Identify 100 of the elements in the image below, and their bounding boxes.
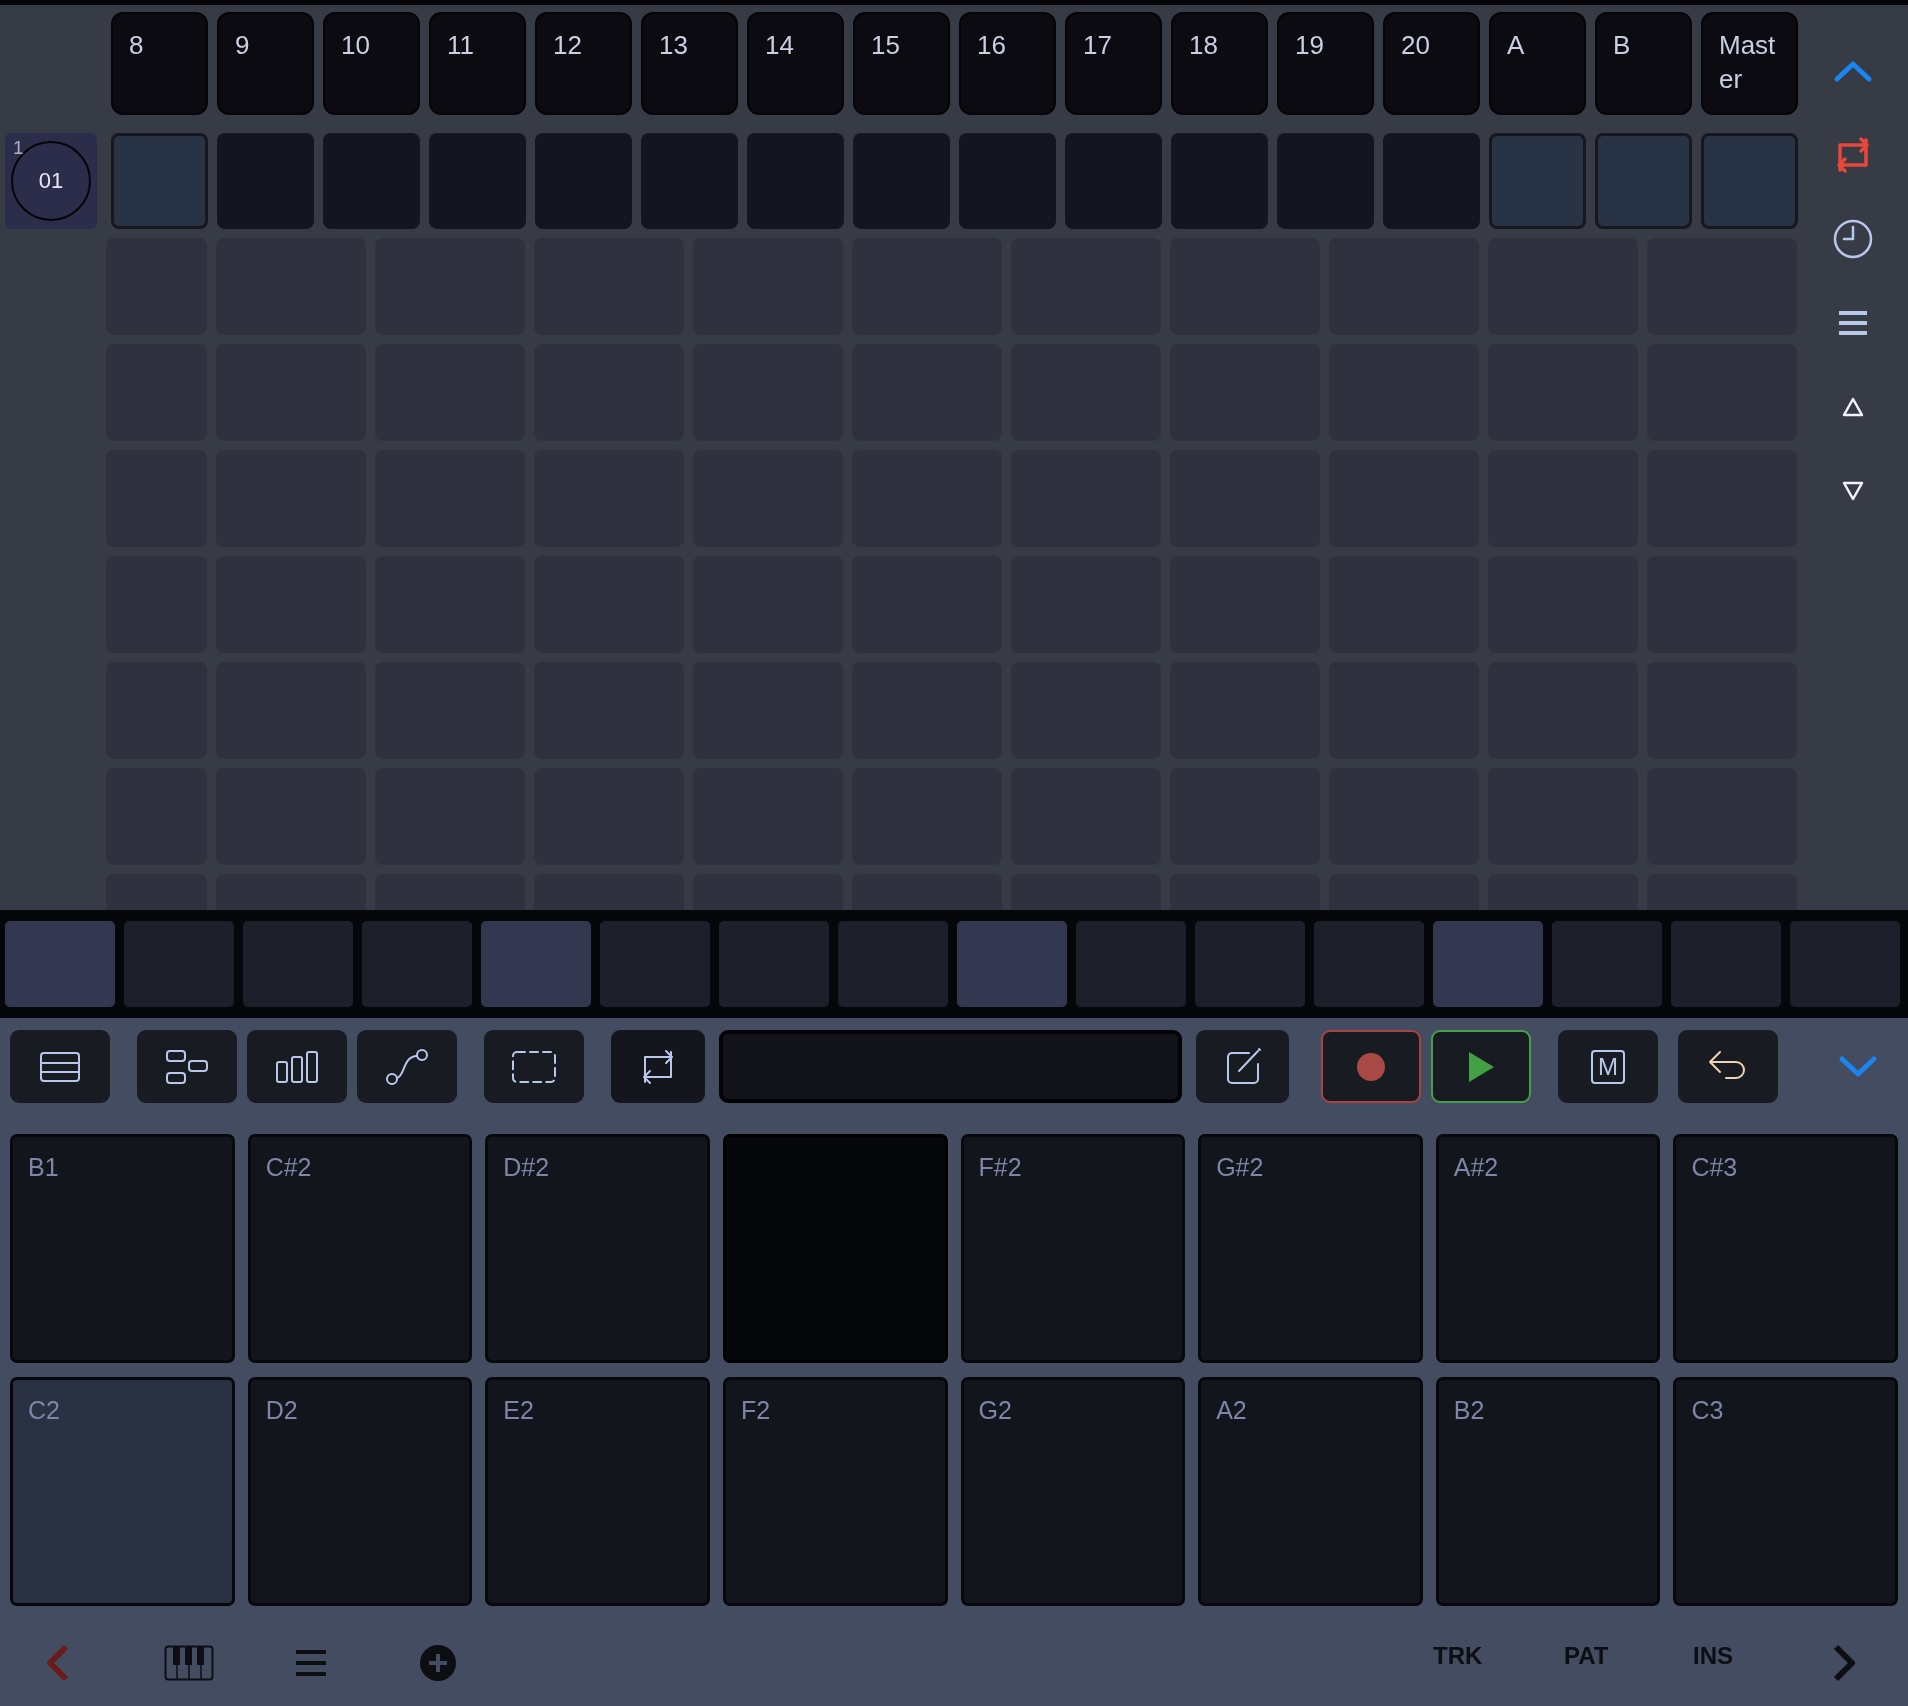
blocks-icon [164, 1047, 210, 1086]
pad-label: B2 [1453, 1396, 1485, 1425]
bar-chart-icon [274, 1048, 320, 1085]
mute-button[interactable]: M [1558, 1030, 1658, 1103]
track-header[interactable]: 20 [1383, 12, 1480, 115]
step-button[interactable] [243, 921, 353, 1007]
track-header[interactable]: 12 [535, 12, 632, 115]
step-button[interactable] [1790, 921, 1900, 1007]
pad-label: C#3 [1691, 1153, 1738, 1182]
clip-slot[interactable] [853, 133, 950, 229]
track-header[interactable]: 9 [217, 12, 314, 115]
drum-pad[interactable]: E2 [485, 1377, 710, 1606]
pad-label: D2 [265, 1396, 298, 1425]
menu-icon [294, 1648, 328, 1678]
drum-pad[interactable]: B1 [10, 1134, 235, 1363]
step-button[interactable] [1433, 921, 1543, 1007]
pad-label: F#2 [978, 1153, 1022, 1182]
step-button[interactable] [1195, 921, 1305, 1007]
clip-slot[interactable] [1171, 133, 1268, 229]
automation-button[interactable] [357, 1030, 457, 1103]
drum-pad[interactable]: B2 [1435, 1377, 1661, 1606]
clip-slot[interactable] [959, 133, 1056, 229]
clip-slot[interactable] [1383, 133, 1480, 229]
step-button[interactable] [1076, 921, 1186, 1007]
clip-slot[interactable] [1277, 133, 1374, 229]
clip-slot[interactable] [429, 133, 526, 229]
clip-slot[interactable] [1489, 133, 1586, 229]
step-button[interactable] [719, 921, 829, 1007]
drum-pad[interactable]: C#3 [1673, 1134, 1898, 1363]
arrange-button[interactable] [137, 1030, 237, 1103]
select-button[interactable] [484, 1030, 584, 1103]
track-header[interactable]: Master [1701, 12, 1798, 115]
clip-slot[interactable] [111, 133, 208, 229]
drum-pad[interactable]: F2 [722, 1377, 948, 1606]
step-button[interactable] [362, 921, 472, 1007]
drum-pad[interactable]: G2 [960, 1377, 1186, 1606]
triangle-down-icon [1841, 480, 1865, 502]
pad-label: F2 [740, 1396, 771, 1425]
drum-pad[interactable]: D2 [247, 1377, 473, 1606]
drum-pad[interactable]: C3 [1673, 1377, 1898, 1606]
step-button[interactable] [1552, 921, 1662, 1007]
track-header[interactable]: 18 [1171, 12, 1268, 115]
pad-label: A#2 [1453, 1153, 1499, 1182]
step-button[interactable] [838, 921, 948, 1007]
clip-slot[interactable] [217, 133, 314, 229]
pad-label: A2 [1216, 1396, 1247, 1425]
drum-pad[interactable]: F#2 [960, 1134, 1186, 1363]
step-button[interactable] [957, 921, 1067, 1007]
record-icon [1356, 1051, 1386, 1082]
pad-label: E2 [503, 1396, 534, 1425]
track-header[interactable]: 14 [747, 12, 844, 115]
track-header[interactable]: 13 [641, 12, 738, 115]
clip-slot[interactable] [1701, 133, 1798, 229]
drum-pad[interactable]: A2 [1198, 1377, 1423, 1606]
track-header[interactable]: A [1489, 12, 1586, 115]
track-header[interactable]: 16 [959, 12, 1056, 115]
pad-label: G#2 [1216, 1153, 1264, 1182]
drum-pad[interactable]: G#2 [1198, 1134, 1423, 1363]
triangle-up-icon [1841, 396, 1865, 418]
step-button[interactable] [1314, 921, 1424, 1007]
step-button[interactable] [600, 921, 710, 1007]
step-button[interactable] [5, 921, 115, 1007]
track-header[interactable]: 17 [1065, 12, 1162, 115]
loop-button[interactable] [611, 1030, 705, 1103]
chevron-up-icon [1833, 59, 1873, 83]
clip-slot[interactable] [323, 133, 420, 229]
step-button[interactable] [481, 921, 591, 1007]
track-header[interactable]: 8 [111, 12, 208, 115]
chevron-down-icon [1838, 1054, 1878, 1079]
add-icon [419, 1644, 457, 1682]
undo-button[interactable] [1678, 1030, 1778, 1103]
clock-icon [1832, 218, 1874, 260]
clip-slot[interactable] [1065, 133, 1162, 229]
record-button[interactable] [1321, 1030, 1421, 1103]
edit-button[interactable] [1196, 1030, 1289, 1103]
clip-slot[interactable] [747, 133, 844, 229]
dashed-rectangle-icon [510, 1048, 558, 1085]
clip-slot[interactable] [641, 133, 738, 229]
track-header[interactable]: 19 [1277, 12, 1374, 115]
drum-pad[interactable]: C#2 [247, 1134, 473, 1363]
step-button[interactable] [1671, 921, 1781, 1007]
display-field[interactable] [719, 1030, 1182, 1103]
clip-slot[interactable] [535, 133, 632, 229]
pad-label: G2 [978, 1396, 1012, 1425]
track-view-button[interactable] [10, 1030, 110, 1103]
clip-slot[interactable] [1595, 133, 1692, 229]
drum-pad[interactable]: A#2 [1435, 1134, 1661, 1363]
mixer-button[interactable] [247, 1030, 347, 1103]
drum-pad[interactable]: C2 [10, 1377, 235, 1606]
pad-label: C#2 [265, 1153, 312, 1182]
drum-pad[interactable]: D#2 [485, 1134, 710, 1363]
play-button[interactable] [1431, 1030, 1531, 1103]
step-button[interactable] [124, 921, 234, 1007]
track-header[interactable]: 10 [323, 12, 420, 115]
curve-icon [385, 1047, 429, 1086]
track-header[interactable]: 15 [853, 12, 950, 115]
track-header[interactable]: 11 [429, 12, 526, 115]
track-header[interactable]: B [1595, 12, 1692, 115]
pad-label: B1 [28, 1153, 59, 1182]
list-icon [38, 1049, 82, 1084]
